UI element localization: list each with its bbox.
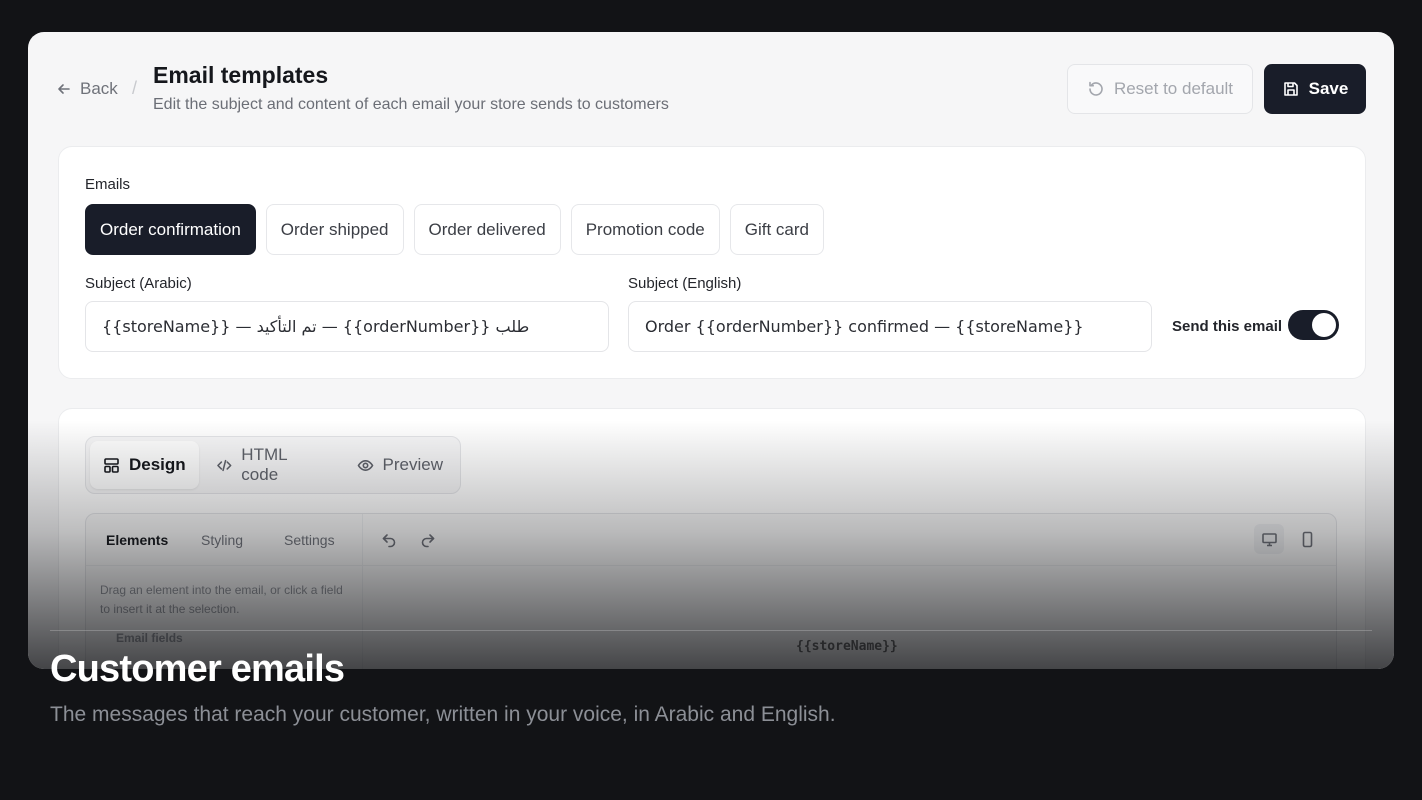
builder-divider <box>362 514 363 669</box>
caption-title: Customer emails <box>50 648 345 690</box>
canvas-store-name-token[interactable]: {{storeName}} <box>796 639 898 654</box>
save-button[interactable]: Save <box>1264 64 1366 114</box>
builder-tab-settings[interactable]: Settings <box>284 532 335 548</box>
email-fields-heading: Email fields <box>116 631 183 645</box>
tab-gift-card[interactable]: Gift card <box>729 204 825 255</box>
builder-hint: Drag an element into the email, or click… <box>100 583 343 616</box>
back-link[interactable]: Back <box>56 78 118 100</box>
desktop-view-icon[interactable] <box>1254 524 1284 554</box>
tab-order-delivered[interactable]: Order delivered <box>413 204 561 255</box>
undo-icon[interactable] <box>378 528 400 550</box>
tab-html-code[interactable]: HTML code <box>203 441 340 489</box>
eye-icon <box>357 459 373 471</box>
arrow-left-icon <box>58 84 70 94</box>
page-title: Email templates <box>153 62 329 88</box>
builder-tab-elements[interactable]: Elements <box>106 532 168 548</box>
reset-label: Reset to default <box>1113 79 1234 98</box>
reset-icon <box>1089 81 1103 96</box>
back-label: Back <box>80 79 118 98</box>
caption-subtitle: The messages that reach your customer, w… <box>50 703 836 726</box>
tab-design[interactable]: Design <box>90 441 199 489</box>
tab-order-confirmation[interactable]: Order confirmation <box>85 204 256 255</box>
mobile-view-icon[interactable] <box>1296 528 1318 550</box>
breadcrumb-separator: / <box>132 78 138 98</box>
send-email-toggle[interactable] <box>1288 310 1339 340</box>
floppy-disk-icon <box>1283 82 1298 96</box>
toggle-knob <box>1312 313 1336 337</box>
email-templates-window: Back / Email templates Edit the subject … <box>28 32 1394 669</box>
tab-preview-label: Preview <box>382 455 443 474</box>
subject-english-input[interactable]: Order {{orderNumber}} confirmed — {{stor… <box>628 301 1152 352</box>
builder-toolbar: Elements Styling Settings <box>86 514 1336 566</box>
subject-arabic-label: Subject (Arabic) <box>85 275 192 292</box>
subject-english-label: Subject (English) <box>628 275 742 292</box>
caption-divider <box>50 630 1372 631</box>
code-icon <box>216 459 232 471</box>
email-type-tabs: Order confirmation Order shipped Order d… <box>85 204 825 255</box>
send-email-label: Send this email <box>1172 318 1283 335</box>
email-settings-panel: Emails Order confirmation Order shipped … <box>58 146 1366 379</box>
tab-design-label: Design <box>129 455 186 474</box>
redo-icon[interactable] <box>416 528 438 550</box>
tab-preview[interactable]: Preview <box>344 441 456 489</box>
subject-arabic-input[interactable]: طلب {{orderNumber}} — تم التأكيد — {{sto… <box>85 301 609 352</box>
save-label: Save <box>1308 79 1349 98</box>
tab-html-code-label: HTML code <box>241 445 287 484</box>
tab-promotion-code[interactable]: Promotion code <box>570 204 720 255</box>
builder-tab-styling[interactable]: Styling <box>201 532 243 548</box>
tab-order-shipped[interactable]: Order shipped <box>265 204 404 255</box>
layout-icon <box>104 457 119 473</box>
reset-to-default-button[interactable]: Reset to default <box>1067 64 1253 114</box>
emails-label: Emails <box>85 176 131 193</box>
email-builder: Elements Styling Settings Drag an elemen… <box>85 513 1337 669</box>
editor-mode-tabs: Design HTML code Preview <box>85 436 461 494</box>
page-subtitle: Edit the subject and content of each ema… <box>153 96 669 113</box>
